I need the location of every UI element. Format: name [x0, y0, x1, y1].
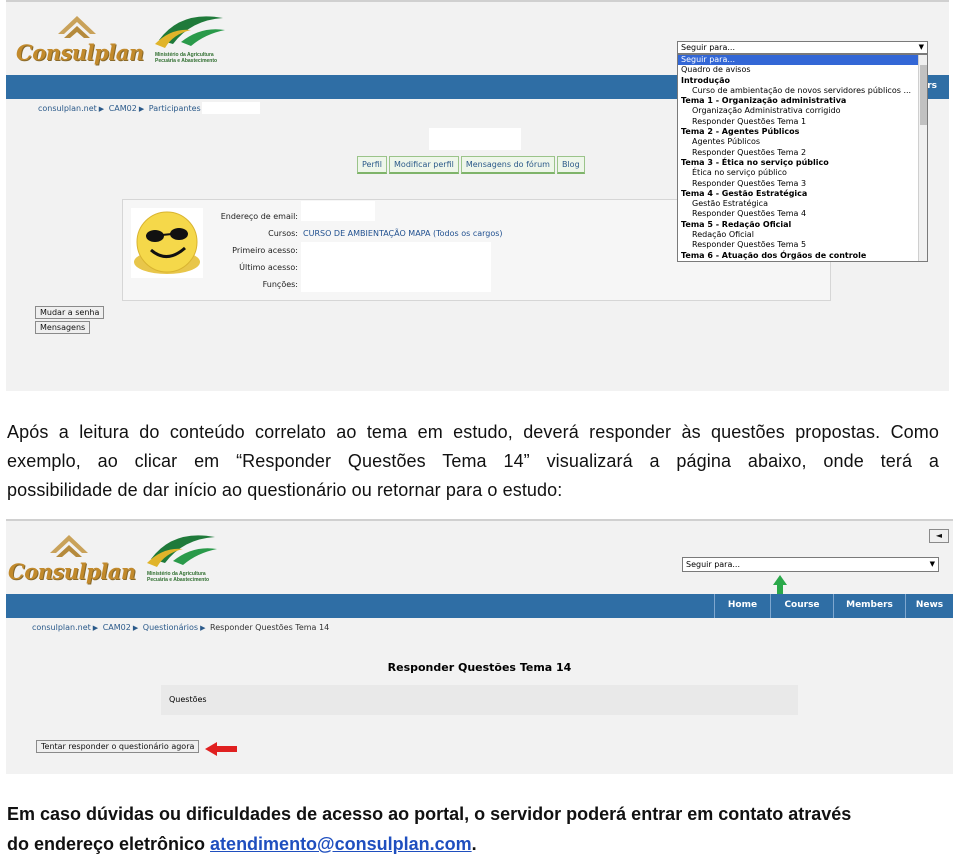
- back-arrow-button[interactable]: ◄: [929, 529, 949, 543]
- questions-label: Questões: [169, 695, 207, 704]
- dropdown-option[interactable]: Responder Questões Tema 2: [678, 148, 927, 158]
- jump-to-select-value: Seguir para...: [686, 560, 741, 569]
- breadcrumb-arrow-icon: ▶: [200, 624, 206, 632]
- scrollbar-thumb[interactable]: [920, 65, 927, 125]
- breadcrumb-home-link[interactable]: consulplan.net: [38, 104, 97, 113]
- ministry-emblem-icon: [155, 16, 225, 48]
- breadcrumb-arrow-icon: ▶: [98, 105, 105, 113]
- paragraph-line: Após a leitura do conteúdo correlato ao …: [7, 422, 939, 442]
- nav-course[interactable]: Course: [770, 594, 833, 618]
- breadcrumb-quizzes-link[interactable]: Questionários: [143, 623, 198, 632]
- dropdown-option[interactable]: Responder Questões Tema 4: [678, 209, 927, 219]
- tab-profile[interactable]: Perfil: [357, 156, 388, 174]
- dropdown-group-label: Tema 4 - Gestão Estratégica: [681, 188, 808, 198]
- breadcrumb: consulplan.net▶ CAM02▶ Participantes▶: [38, 104, 210, 113]
- breadcrumb-arrow-icon: ▶: [92, 624, 99, 632]
- screenshot-profile-page: Consulplan Ministério da Agricultura Pec…: [6, 0, 949, 391]
- consulplan-logo: Consulplan: [8, 529, 136, 589]
- dropdown-option[interactable]: Agentes Públicos: [678, 137, 927, 147]
- redacted-name: [202, 102, 260, 114]
- page-title: Responder Questões Tema 14: [387, 661, 572, 674]
- ministry-logo: Ministério da Agricultura Pecuária e Aba…: [143, 529, 223, 589]
- dropdown-group-label: Tema 3 - Ética no serviço público: [681, 157, 829, 167]
- breadcrumb-home-link[interactable]: consulplan.net: [32, 623, 91, 632]
- questions-box: Questões: [161, 685, 798, 715]
- breadcrumb-arrow-icon: ▶: [138, 105, 145, 113]
- header-logos: Consulplan Ministério da Agricultura Pec…: [16, 10, 231, 70]
- breadcrumb-course-link[interactable]: CAM02: [103, 623, 131, 632]
- ministry-logo-text: Ministério da Agricultura Pecuária e Aba…: [147, 571, 210, 583]
- email-label: Endereço de email:: [220, 212, 298, 221]
- dropdown-group-label: Tema 5 - Redação Oficial: [681, 219, 792, 229]
- nav-news[interactable]: News: [905, 594, 953, 618]
- paragraph-text: do endereço eletrônico: [7, 834, 211, 854]
- dropdown-option[interactable]: Curso de ambientação de novos servidores…: [678, 86, 927, 96]
- jump-to-dropdown-list[interactable]: Seguir para... Quadro de avisos Introdução…: [677, 54, 928, 262]
- dropdown-option[interactable]: Ética no serviço público: [678, 168, 927, 178]
- nav-members[interactable]: Members: [833, 594, 905, 618]
- paragraph-line: exemplo, ao clicar em “Responder Questõe…: [7, 451, 939, 471]
- red-left-arrow-icon: [205, 742, 237, 756]
- dropdown-scrollbar[interactable]: [918, 55, 927, 261]
- courses-value-link[interactable]: CURSO DE AMBIENTAÇÃO MAPA (Todos os carg…: [303, 229, 503, 238]
- tab-forum-posts[interactable]: Mensagens do fórum: [460, 156, 555, 174]
- messages-button[interactable]: Mensagens: [35, 321, 91, 334]
- breadcrumb-current: Participantes: [148, 104, 201, 113]
- redacted-user-name: [429, 128, 521, 150]
- roles-label: Funções:: [262, 280, 298, 289]
- change-password-button[interactable]: Mudar a senha: [35, 306, 105, 319]
- dropdown-options: Seguir para... Quadro de avisos Introdução…: [678, 55, 927, 261]
- profile-tabs: Perfil Modificar perfil Mensagens do fór…: [357, 156, 587, 174]
- breadcrumb-arrow-icon: ▶: [132, 624, 139, 632]
- dropdown-option[interactable]: Responder Questões Tema 1: [678, 117, 927, 127]
- dropdown-group-label: Tema 1 - Organização administrativa: [681, 96, 847, 106]
- ministry-logo: Ministério da Agricultura Pecuária e Aba…: [151, 10, 231, 70]
- jump-to-select[interactable]: Seguir para... ▼: [677, 41, 928, 54]
- consulplan-wordmark: Consulplan: [8, 559, 136, 584]
- dropdown-group-label: Tema 6 - Atuação dos Órgãos de controle: [681, 250, 867, 260]
- dropdown-option[interactable]: Quadro de avisos: [678, 65, 927, 75]
- consulplan-logo: Consulplan: [16, 10, 144, 70]
- jump-to-select-value: Seguir para...: [681, 43, 736, 52]
- consulplan-mark-icon: [58, 16, 96, 38]
- consulplan-mark-icon: [50, 535, 88, 557]
- dropdown-group-label: Tema 2 - Agentes Públicos: [681, 127, 800, 137]
- paragraph-line: do endereço eletrônico atendimento@consu…: [7, 829, 942, 855]
- last-access-label: Último acesso:: [239, 263, 298, 272]
- jump-to-select[interactable]: Seguir para... ▼: [682, 557, 939, 572]
- dropdown-arrow-icon: ▼: [918, 43, 924, 51]
- tab-edit-profile[interactable]: Modificar perfil: [389, 156, 459, 174]
- dropdown-arrow-icon: ▼: [929, 560, 935, 568]
- paragraph-line: Em caso dúvidas ou dificuldades de acess…: [7, 804, 852, 824]
- top-navigation-bar: Home Course Members News: [6, 594, 953, 618]
- redacted-access-values: [301, 242, 491, 292]
- paragraph-line: possibilidade de dar início ao questioná…: [7, 480, 563, 500]
- ministry-logo-text: Ministério da Agricultura Pecuária e Aba…: [155, 52, 218, 64]
- redacted-email: [301, 201, 375, 221]
- paragraph-text: .: [471, 834, 477, 854]
- consulplan-wordmark: Consulplan: [16, 40, 144, 65]
- dropdown-option[interactable]: Redação Oficial: [678, 230, 927, 240]
- nav-home[interactable]: Home: [714, 594, 770, 618]
- courses-label: Cursos:: [268, 229, 298, 238]
- ministry-emblem-icon: [147, 535, 217, 567]
- dropdown-option[interactable]: Seguir para...: [678, 55, 927, 66]
- first-access-label: Primeiro acesso:: [232, 246, 298, 255]
- start-quiz-button[interactable]: Tentar responder o questionário agora: [36, 740, 200, 753]
- screenshot-quiz-page: Consulplan Ministério da Agricultura Pec…: [6, 519, 953, 774]
- instruction-paragraph: Após a leitura do conteúdo correlato ao …: [7, 418, 939, 505]
- breadcrumb-course-link[interactable]: CAM02: [109, 104, 137, 113]
- dropdown-option[interactable]: Organização Administrativa corrigido: [678, 106, 927, 116]
- tab-blog[interactable]: Blog: [556, 156, 585, 174]
- breadcrumb-current: Responder Questões Tema 14: [210, 623, 330, 632]
- dropdown-option[interactable]: Gestão Estratégica: [678, 199, 927, 209]
- dropdown-option[interactable]: Responder Questões Tema 3: [678, 179, 927, 189]
- contact-paragraph: Em caso dúvidas ou dificuldades de acess…: [7, 799, 942, 855]
- support-email-link[interactable]: atendimento@consulplan.com: [210, 834, 472, 854]
- breadcrumb: consulplan.net ▶ CAM02 ▶ Questionários ▶ Re…: [32, 623, 329, 632]
- header-logos: Consulplan Ministério da Agricultura Pec…: [8, 529, 223, 589]
- dropdown-group-label: Introdução: [681, 75, 730, 85]
- dropdown-option[interactable]: Responder Questões Tema 5: [678, 240, 927, 250]
